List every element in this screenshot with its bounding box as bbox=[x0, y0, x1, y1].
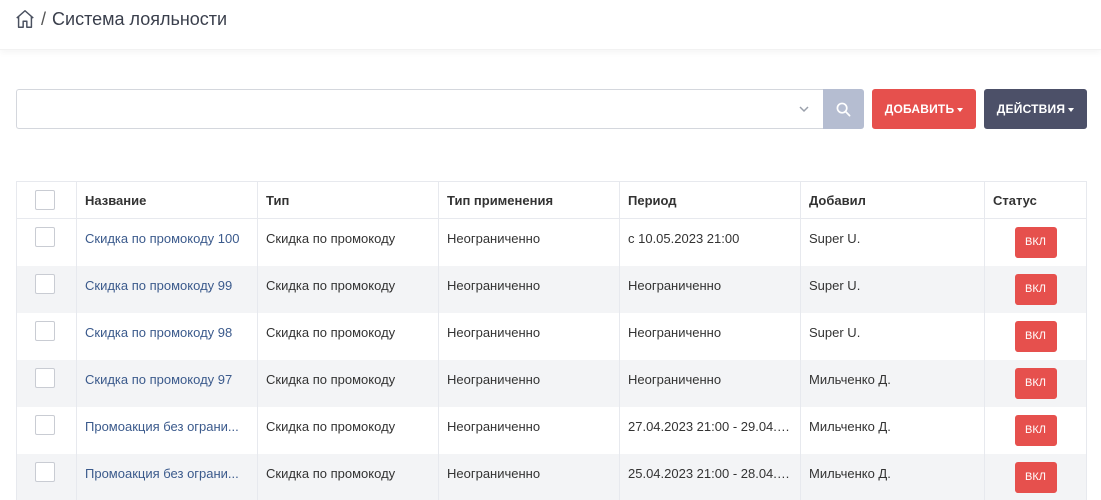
period-cell: Неограниченно bbox=[619, 312, 801, 360]
status-cell: ВКЛ bbox=[984, 218, 1087, 266]
table-row: Промоакция без ограни... Скидка по промо… bbox=[16, 453, 1087, 500]
period-cell: Неограниченно bbox=[619, 359, 801, 407]
promo-link[interactable]: Скидка по промокоду 97 bbox=[85, 372, 232, 387]
page-title: Система лояльности bbox=[52, 8, 228, 29]
status-cell: ВКЛ bbox=[984, 453, 1087, 500]
status-toggle-button[interactable]: ВКЛ bbox=[1014, 273, 1057, 305]
promo-link[interactable]: Скидка по промокоду 100 bbox=[85, 231, 239, 246]
period-cell: 25.04.2023 21:00 - 28.04.2... bbox=[619, 453, 801, 500]
type-cell: Скидка по промокоду bbox=[257, 359, 439, 407]
row-checkbox[interactable] bbox=[35, 227, 55, 247]
row-checkbox-cell bbox=[16, 453, 77, 500]
caret-down-icon bbox=[1068, 107, 1075, 112]
promo-link[interactable]: Промоакция без ограни... bbox=[85, 419, 239, 434]
chevron-down-icon[interactable] bbox=[797, 102, 811, 116]
apply-type-cell: Неограниченно bbox=[438, 218, 620, 266]
column-header-apply-type[interactable]: Тип применения bbox=[438, 181, 620, 219]
table-row: Скидка по промокоду 99 Скидка по промоко… bbox=[16, 265, 1087, 313]
column-header-name[interactable]: Название bbox=[76, 181, 258, 219]
search-select[interactable] bbox=[16, 89, 823, 129]
apply-type-cell: Неограниченно bbox=[438, 406, 620, 454]
table-row: Промоакция без ограни... Скидка по промо… bbox=[16, 406, 1087, 454]
column-header-status[interactable]: Статус bbox=[984, 181, 1087, 219]
column-header-period[interactable]: Период bbox=[619, 181, 801, 219]
table-row: Скидка по промокоду 100 Скидка по промок… bbox=[16, 218, 1087, 266]
row-checkbox-cell bbox=[16, 312, 77, 360]
row-checkbox-cell bbox=[16, 406, 77, 454]
status-cell: ВКЛ bbox=[984, 406, 1087, 454]
status-toggle-button[interactable]: ВКЛ bbox=[1014, 414, 1057, 446]
name-cell: Промоакция без ограни... bbox=[76, 453, 258, 500]
promo-link[interactable]: Скидка по промокоду 99 bbox=[85, 278, 232, 293]
breadcrumb-separator: / bbox=[41, 8, 47, 29]
row-checkbox-cell bbox=[16, 359, 77, 407]
type-cell: Скидка по промокоду bbox=[257, 406, 439, 454]
author-cell: Super U. bbox=[800, 265, 985, 313]
promo-link[interactable]: Промоакция без ограни... bbox=[85, 466, 239, 481]
apply-type-cell: Неограниченно bbox=[438, 359, 620, 407]
column-header-author[interactable]: Добавил bbox=[800, 181, 985, 219]
period-cell: Неограниченно bbox=[619, 265, 801, 313]
status-cell: ВКЛ bbox=[984, 359, 1087, 407]
add-button[interactable]: ДОБАВИТЬ bbox=[872, 89, 976, 129]
column-header-type[interactable]: Тип bbox=[257, 181, 439, 219]
row-checkbox[interactable] bbox=[35, 461, 55, 482]
apply-type-cell: Неограниченно bbox=[438, 453, 620, 500]
author-cell: Мильченко Д. bbox=[800, 406, 985, 454]
type-cell: Скидка по промокоду bbox=[257, 312, 439, 360]
name-cell: Скидка по промокоду 97 bbox=[76, 359, 258, 407]
row-checkbox[interactable] bbox=[35, 414, 55, 435]
caret-down-icon bbox=[957, 107, 964, 112]
table-header-row: Название Тип Тип применения Период Добав… bbox=[16, 181, 1087, 219]
search-icon bbox=[836, 102, 851, 117]
name-cell: Скидка по промокоду 98 bbox=[76, 312, 258, 360]
name-cell: Скидка по промокоду 100 bbox=[76, 218, 258, 266]
home-icon[interactable] bbox=[14, 8, 36, 30]
select-all-cell bbox=[16, 181, 77, 219]
period-cell: с 10.05.2023 21:00 bbox=[619, 218, 801, 266]
author-cell: Мильченко Д. bbox=[800, 359, 985, 407]
type-cell: Скидка по промокоду bbox=[257, 218, 439, 266]
status-toggle-button[interactable]: ВКЛ bbox=[1014, 461, 1057, 493]
select-all-checkbox[interactable] bbox=[35, 190, 55, 210]
add-button-label: ДОБАВИТЬ bbox=[884, 102, 955, 116]
status-cell: ВКЛ bbox=[984, 265, 1087, 313]
author-cell: Мильченко Д. bbox=[800, 453, 985, 500]
period-cell: 27.04.2023 21:00 - 29.04.2... bbox=[619, 406, 801, 454]
top-bar: / Система лояльности bbox=[0, 0, 1101, 50]
type-cell: Скидка по промокоду bbox=[257, 265, 439, 313]
actions-button-label: ДЕЙСТВИЯ bbox=[996, 102, 1066, 116]
author-cell: Super U. bbox=[800, 218, 985, 266]
author-cell: Super U. bbox=[800, 312, 985, 360]
status-toggle-button[interactable]: ВКЛ bbox=[1014, 320, 1057, 352]
breadcrumb: / Система лояльности bbox=[14, 6, 227, 32]
loyalty-table: Название Тип Тип применения Период Добав… bbox=[16, 181, 1087, 500]
row-checkbox-cell bbox=[16, 218, 77, 266]
apply-type-cell: Неограниченно bbox=[438, 265, 620, 313]
row-checkbox[interactable] bbox=[35, 367, 55, 388]
search-button[interactable] bbox=[823, 89, 864, 129]
status-toggle-button[interactable]: ВКЛ bbox=[1014, 367, 1057, 399]
type-cell: Скидка по промокоду bbox=[257, 453, 439, 500]
status-toggle-button[interactable]: ВКЛ bbox=[1014, 227, 1057, 258]
status-cell: ВКЛ bbox=[984, 312, 1087, 360]
name-cell: Скидка по промокоду 99 bbox=[76, 265, 258, 313]
row-checkbox[interactable] bbox=[35, 320, 55, 341]
row-checkbox[interactable] bbox=[35, 273, 55, 294]
table-row: Скидка по промокоду 98 Скидка по промоко… bbox=[16, 312, 1087, 360]
actions-button[interactable]: ДЕЙСТВИЯ bbox=[984, 89, 1087, 129]
table-row: Скидка по промокоду 97 Скидка по промоко… bbox=[16, 359, 1087, 407]
row-checkbox-cell bbox=[16, 265, 77, 313]
name-cell: Промоакция без ограни... bbox=[76, 406, 258, 454]
apply-type-cell: Неограниченно bbox=[438, 312, 620, 360]
promo-link[interactable]: Скидка по промокоду 98 bbox=[85, 325, 232, 340]
